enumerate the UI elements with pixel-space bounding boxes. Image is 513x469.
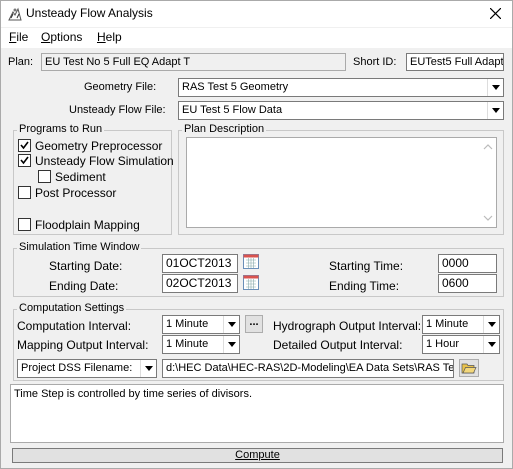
detailed-output-interval-select[interactable]: 1 Hour xyxy=(422,335,500,354)
status-message-text: Time Step is controlled by time series o… xyxy=(14,388,253,400)
geometry-preprocessor-checkbox[interactable] xyxy=(18,139,31,152)
plan-description-title: Plan Description xyxy=(182,123,267,135)
dss-path-field[interactable]: d:\HEC Data\HEC-RAS\2D-Modeling\EA Data … xyxy=(162,359,454,378)
short-id-field[interactable]: EUTest5 Full Adapt T xyxy=(406,53,504,71)
plan-name-field[interactable]: EU Test No 5 Full EQ Adapt T xyxy=(41,53,346,71)
unsteady-flow-simulation-label: Unsteady Flow Simulation xyxy=(35,154,174,168)
computation-interval-label: Computation Interval: xyxy=(17,319,132,333)
checkmark-icon xyxy=(20,156,29,165)
chevron-down-icon xyxy=(492,85,500,90)
simulation-time-window-title: Simulation Time Window xyxy=(17,241,142,253)
geometry-preprocessor-label: Geometry Preprocessor xyxy=(35,139,163,153)
plan-description-scrollbar[interactable] xyxy=(480,138,496,227)
geometry-file-label: Geometry File: xyxy=(84,81,157,93)
starting-time-label: Starting Time: xyxy=(329,259,404,273)
unsteady-flow-file-label: Unsteady Flow File: xyxy=(69,104,166,116)
hydrograph-output-interval-label: Hydrograph Output Interval: xyxy=(273,319,422,333)
floodplain-mapping-checkbox[interactable] xyxy=(18,218,31,231)
calendar-icon[interactable] xyxy=(243,274,259,290)
geometry-file-value: RAS Test 5 Geometry xyxy=(182,81,289,93)
detailed-output-interval-label: Detailed Output Interval: xyxy=(273,338,403,352)
unsteady-flow-simulation-checkbox[interactable] xyxy=(18,154,31,167)
menu-file[interactable]: File xyxy=(9,30,28,44)
title-bar: Unsteady Flow Analysis xyxy=(1,1,512,27)
sediment-checkbox[interactable] xyxy=(38,170,51,183)
status-message-area: Time Step is controlled by time series o… xyxy=(10,384,504,443)
programs-to-run-title: Programs to Run xyxy=(17,123,105,135)
scroll-down-icon xyxy=(483,215,493,221)
computation-options-button[interactable]: ... xyxy=(245,315,263,333)
post-processor-label: Post Processor xyxy=(35,186,117,200)
sediment-label: Sediment xyxy=(55,170,106,184)
geometry-file-select[interactable]: RAS Test 5 Geometry xyxy=(178,78,504,97)
checkmark-icon xyxy=(20,141,29,150)
unsteady-flow-file-select[interactable]: EU Test 5 Flow Data xyxy=(178,101,504,120)
starting-time-field[interactable]: 0000 xyxy=(438,254,497,273)
computation-interval-value: 1 Minute xyxy=(166,318,209,330)
chevron-down-icon xyxy=(228,342,236,347)
ending-time-label: Ending Time: xyxy=(329,279,400,293)
project-dss-filename-label: Project DSS Filename: xyxy=(21,362,133,374)
hec-ras-app-icon xyxy=(7,6,23,22)
computation-interval-select[interactable]: 1 Minute xyxy=(162,315,240,334)
scroll-up-icon xyxy=(483,144,493,150)
detailed-output-interval-value: 1 Hour xyxy=(426,338,460,350)
chevron-down-icon xyxy=(488,342,496,347)
hydrograph-output-interval-select[interactable]: 1 Minute xyxy=(422,315,500,334)
chevron-down-icon xyxy=(488,322,496,327)
ending-date-label: Ending Date: xyxy=(49,279,119,293)
post-processor-checkbox[interactable] xyxy=(18,186,31,199)
compute-button[interactable]: Compute xyxy=(12,448,503,463)
computation-settings-title: Computation Settings xyxy=(17,302,127,314)
project-dss-filename-select[interactable]: Project DSS Filename: xyxy=(17,359,157,378)
chevron-down-icon xyxy=(228,322,236,327)
menu-options[interactable]: Options xyxy=(41,30,82,44)
mapping-output-interval-value: 1 Minute xyxy=(166,338,209,350)
plan-label: Plan: xyxy=(8,56,34,68)
unsteady-flow-file-value: EU Test 5 Flow Data xyxy=(182,104,283,116)
unsteady-flow-window: Unsteady Flow Analysis File Options Help… xyxy=(0,0,513,469)
starting-date-field[interactable]: 01OCT2013 xyxy=(162,254,238,273)
chevron-down-icon xyxy=(145,366,153,371)
chevron-down-icon xyxy=(492,108,500,113)
mapping-output-interval-select[interactable]: 1 Minute xyxy=(162,335,240,354)
menu-bar: File Options Help xyxy=(1,28,512,48)
ending-time-field[interactable]: 0600 xyxy=(438,274,497,293)
mapping-output-interval-label: Mapping Output Interval: xyxy=(17,338,149,352)
short-id-label: Short ID: xyxy=(353,56,397,68)
close-icon xyxy=(489,7,501,20)
open-folder-icon[interactable] xyxy=(459,359,479,377)
window-title: Unsteady Flow Analysis xyxy=(26,6,153,20)
menu-help[interactable]: Help xyxy=(97,30,122,44)
hydrograph-output-interval-value: 1 Minute xyxy=(426,318,469,330)
menu-file-rest: ile xyxy=(16,30,29,44)
close-button[interactable] xyxy=(480,2,510,26)
calendar-icon[interactable] xyxy=(243,253,259,269)
floodplain-mapping-label: Floodplain Mapping xyxy=(35,218,140,232)
starting-date-label: Starting Date: xyxy=(49,259,123,273)
compute-button-label: Compute xyxy=(235,449,280,461)
plan-description-textarea[interactable] xyxy=(186,137,497,228)
ending-date-field[interactable]: 02OCT2013 xyxy=(162,274,238,293)
